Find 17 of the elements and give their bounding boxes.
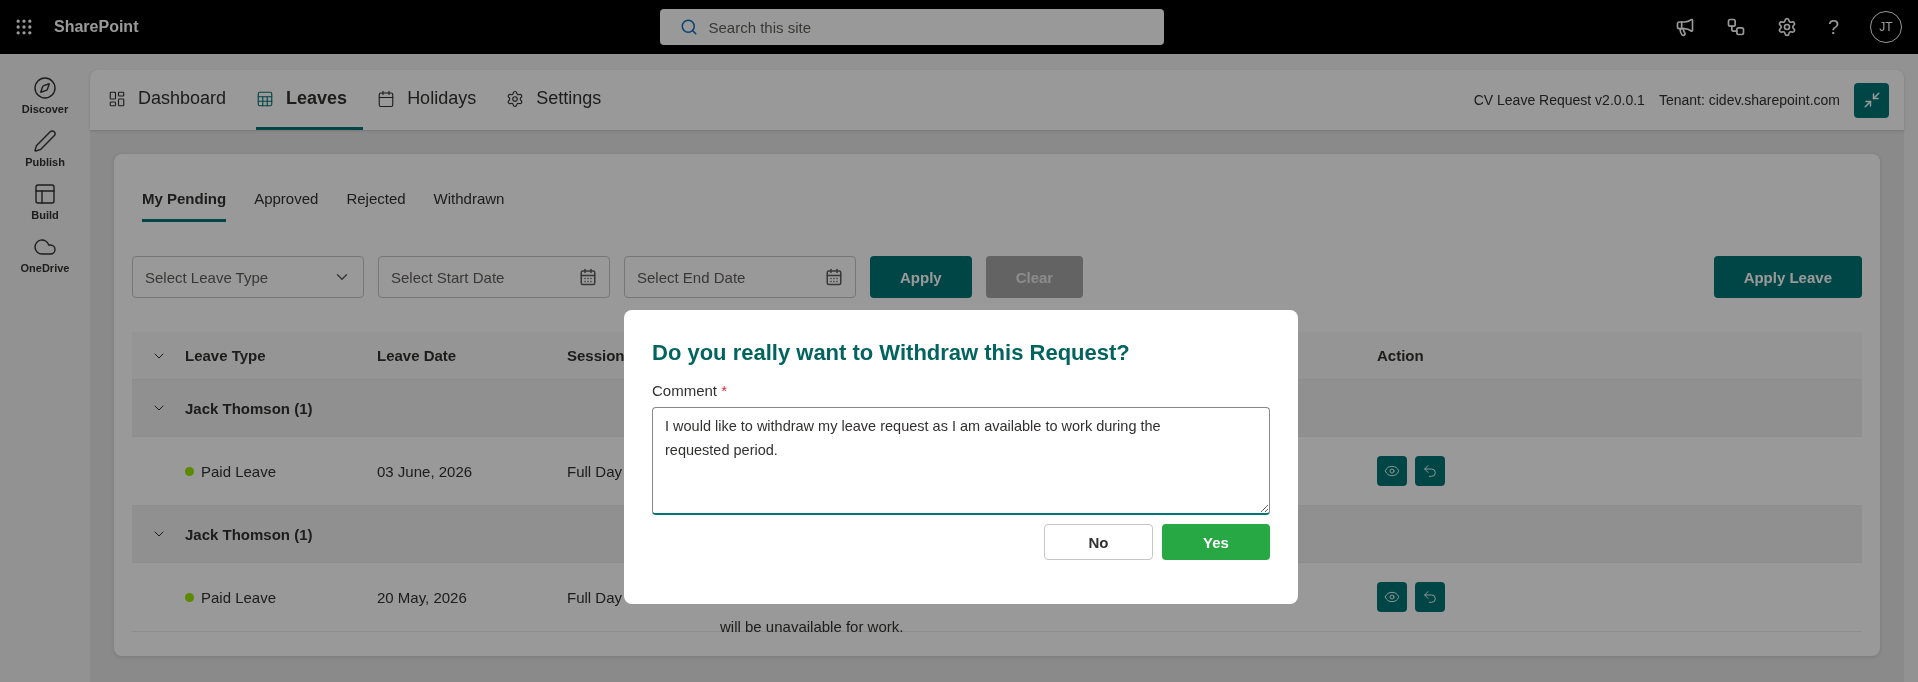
app-version: CV Leave Request v2.0.0.1 xyxy=(1473,92,1645,108)
table-cell: 20 May, 2026 xyxy=(377,588,467,606)
group-title: Jack Thomson (1) xyxy=(185,525,313,543)
dialog-title: Do you really want to Withdraw this Request? xyxy=(652,340,1131,366)
column-header: Leave Date xyxy=(377,347,457,364)
table-cell: will be unavailable for work. xyxy=(720,618,904,635)
column-header: Session xyxy=(567,347,625,364)
column-header: Leave Type xyxy=(185,347,266,364)
group-title: Jack Thomson (1) xyxy=(185,399,313,417)
table-cell: Full Day xyxy=(567,462,622,480)
table-cell: Paid Leave xyxy=(185,588,377,606)
comment-label: Comment * xyxy=(652,382,729,399)
column-header: Action xyxy=(1377,347,1424,364)
table-cell: Full Day xyxy=(567,588,622,606)
table-cell: Paid Leave xyxy=(185,462,377,480)
tenant-label: Tenant: cidev.sharepoint.com xyxy=(1658,92,1840,108)
table-cell: 03 June, 2026 xyxy=(377,462,473,480)
